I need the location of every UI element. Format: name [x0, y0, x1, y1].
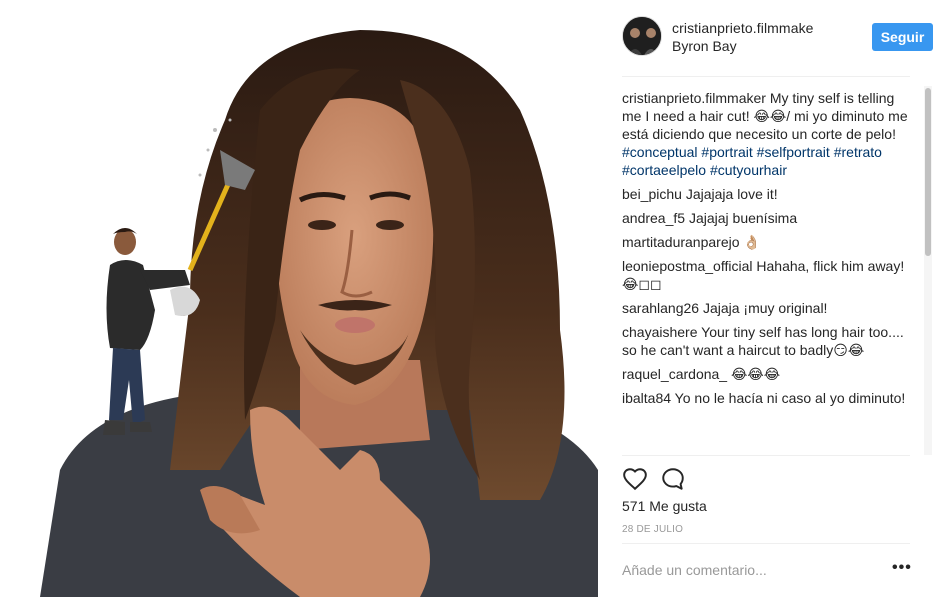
comment-author[interactable]: martitaduranparejo [622, 234, 740, 250]
post-username[interactable]: cristianprieto.filmmake [672, 20, 814, 36]
post-location[interactable]: Byron Bay [672, 38, 737, 54]
post-side-panel: cristianprieto.filmmake Byron Bay Seguir… [598, 0, 934, 597]
comment-text: 😂😂😂 [727, 366, 781, 382]
comment-author[interactable]: sarahlang26 [622, 300, 699, 316]
divider [622, 455, 910, 456]
comment-author[interactable]: andrea_f5 [622, 210, 685, 226]
hashtag[interactable]: #cutyourhair [710, 162, 787, 178]
comment-author[interactable]: ibalta84 [622, 390, 671, 406]
heart-icon[interactable] [622, 466, 648, 492]
comment-item: chayaishere Your tiny self has long hair… [622, 323, 914, 359]
divider [622, 76, 910, 77]
comment-text: Jajajaj buenísima [685, 210, 798, 226]
caption-author[interactable]: cristianprieto.filmmaker [622, 90, 766, 106]
like-count[interactable]: 571 Me gusta [622, 498, 707, 514]
scrollbar-thumb[interactable] [925, 88, 931, 256]
comment-item: ibalta84 Yo no le hacía ni caso al yo di… [622, 389, 914, 407]
hashtag[interactable]: #conceptual [622, 144, 698, 160]
hashtag[interactable]: #retrato [834, 144, 882, 160]
follow-button[interactable]: Seguir [872, 23, 933, 51]
comment-item: andrea_f5 Jajajaj buenísima [622, 209, 914, 227]
more-options-button[interactable]: ••• [892, 560, 911, 579]
avatar[interactable] [622, 16, 662, 56]
hashtag[interactable]: #selfportrait [757, 144, 830, 160]
post-date: 28 DE JULIO [622, 524, 684, 535]
comments-list[interactable]: cristianprieto.filmmaker My tiny self is… [622, 89, 914, 455]
comment-item: martitaduranparejo 👌🏼 [622, 233, 914, 251]
comment-author[interactable]: leoniepostma_official [622, 258, 753, 274]
comments-scrollbar[interactable] [924, 86, 932, 455]
comment-item: raquel_cardona_ 😂😂😂 [622, 365, 914, 383]
comment-author[interactable]: raquel_cardona_ [622, 366, 727, 382]
post-photo[interactable] [0, 0, 598, 597]
comment-bubble-icon[interactable] [660, 466, 686, 492]
comment-author[interactable]: chayaishere [622, 324, 698, 340]
comment-item: bei_pichu Jajajaja love it! [622, 185, 914, 203]
divider [622, 543, 910, 544]
hashtag[interactable]: #cortaeelpelo [622, 162, 706, 178]
caption: cristianprieto.filmmaker My tiny self is… [622, 89, 914, 179]
hashtag[interactable]: #portrait [701, 144, 752, 160]
comment-author[interactable]: bei_pichu [622, 186, 682, 202]
comment-text: Jajajaja love it! [681, 186, 778, 202]
comment-input[interactable] [622, 558, 882, 582]
comment-text: Jajaja ¡muy original! [699, 300, 828, 316]
comment-item: leoniepostma_official Hahaha, flick him … [622, 257, 914, 293]
post-header: cristianprieto.filmmake Byron Bay Seguir [622, 16, 933, 60]
comment-item: sarahlang26 Jajaja ¡muy original! [622, 299, 914, 317]
comment-text: 👌🏼 [739, 234, 761, 250]
comment-text: Yo no le hacía ni caso al yo diminuto! [671, 390, 906, 406]
